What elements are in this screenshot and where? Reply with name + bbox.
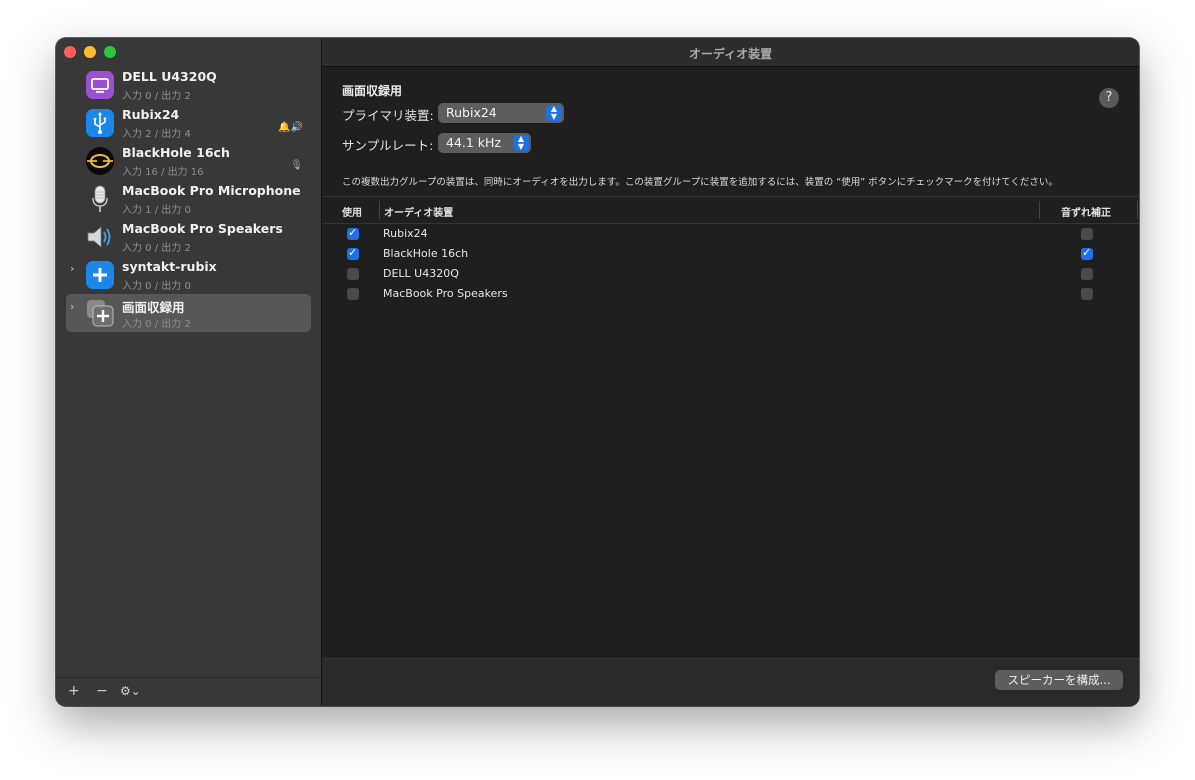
device-name-cell: BlackHole 16ch [383,247,469,260]
audio-midi-window: DELL U4320Q 入力 0 / 出力 2 Rubix24 入力 2 / 出… [56,38,1139,706]
help-button[interactable]: ? [1099,88,1119,108]
device-item-screen-recording[interactable]: › 画面収録用 入力 0 / 出力 2 [66,294,311,332]
device-item-rubix24[interactable]: Rubix24 入力 2 / 出力 4 🔔🔊 [66,104,311,142]
popup-stepper-icon: ▲ ▼ [513,135,529,151]
disclosure-chevron-icon[interactable]: › [70,300,74,313]
microphone-icon [92,185,108,212]
device-item-macbook-microphone[interactable]: MacBook Pro Microphone 入力 1 / 出力 0 [66,180,311,218]
column-divider [1137,201,1138,219]
multi-output-device-icon [87,300,114,327]
device-name: MacBook Pro Microphone [122,183,301,198]
column-header-device[interactable]: オーディオ装置 [384,204,453,219]
drift-correction-checkbox[interactable] [1081,228,1093,240]
alert-and-output-indicator-icon: 🔔🔊 [278,122,303,133]
device-sidebar: DELL U4320Q 入力 0 / 出力 2 Rubix24 入力 2 / 出… [56,38,322,706]
title-bar: オーディオ装置 [322,38,1139,67]
use-checkbox[interactable] [347,226,359,240]
gear-menu-button[interactable]: ⚙⌄ [120,684,141,698]
device-name: BlackHole 16ch [122,145,230,160]
device-item-dell[interactable]: DELL U4320Q 入力 0 / 出力 2 [66,66,311,104]
table-row: Rubix24 [322,224,1139,244]
drift-correction-checkbox[interactable] [1081,288,1093,300]
usb-icon [86,109,114,137]
primary-device-label: プライマリ装置: [342,108,434,123]
column-divider [1039,201,1040,219]
window-title: オーディオ装置 [688,47,773,61]
device-io: 入力 2 / 出力 4 [122,129,191,140]
use-checkbox[interactable] [347,288,359,300]
window-controls [64,46,116,58]
aggregate-device-icon [86,261,114,289]
device-io: 入力 0 / 出力 2 [122,319,191,330]
display-icon [86,71,114,99]
sample-rate-select[interactable]: 44.1 kHz ▲ ▼ [438,133,531,153]
drift-correction-checkbox[interactable] [1081,268,1093,280]
device-item-syntakt-rubix[interactable]: › syntakt-rubix 入力 0 / 出力 0 [66,256,311,294]
configure-speakers-button[interactable]: スピーカーを構成... [995,670,1123,690]
device-name: Rubix24 [122,107,180,122]
device-item-macbook-speakers[interactable]: MacBook Pro Speakers 入力 0 / 出力 2 [66,218,311,256]
group-title: 画面収録用 [342,84,403,98]
blackhole-icon [86,147,114,175]
device-io: 入力 1 / 出力 0 [122,205,191,216]
primary-device-select[interactable]: Rubix24 ▲ ▼ [438,103,564,123]
column-divider [379,201,380,219]
device-table-header: 使用 オーディオ装置 音ずれ補正 [322,196,1139,224]
device-name: DELL U4320Q [122,69,217,84]
table-row: DELL U4320Q [322,264,1139,284]
table-row: MacBook Pro Speakers [322,284,1139,304]
device-name-cell: DELL U4320Q [383,267,459,280]
minimize-window-button[interactable] [84,46,96,58]
use-checkbox[interactable] [347,268,359,280]
device-name: 画面収録用 [122,300,185,315]
device-io: 入力 0 / 出力 2 [122,91,191,102]
device-io: 入力 16 / 出力 16 [122,167,204,178]
device-name-cell: MacBook Pro Speakers [383,287,508,300]
group-description: この複数出力グループの装置は、同時にオーディオを出力します。この装置グループに装… [342,177,1058,188]
column-header-drift-correction[interactable]: 音ずれ補正 [1061,204,1111,219]
speaker-icon [87,226,111,248]
primary-device-value: Rubix24 [446,105,497,120]
device-name: syntakt-rubix [122,259,217,274]
close-window-button[interactable] [64,46,76,58]
zoom-window-button[interactable] [104,46,116,58]
sidebar-toolbar: + − ⚙⌄ [56,677,321,706]
table-row: BlackHole 16ch [322,244,1139,264]
add-device-button[interactable]: + [68,683,80,699]
device-name-cell: Rubix24 [383,227,428,240]
disclosure-chevron-icon[interactable]: › [70,262,74,275]
footer-bar: スピーカーを構成... [322,658,1139,706]
device-list: DELL U4320Q 入力 0 / 出力 2 Rubix24 入力 2 / 出… [56,66,321,332]
device-item-blackhole[interactable]: BlackHole 16ch 入力 16 / 出力 16 🎙 [66,142,311,180]
remove-device-button[interactable]: − [96,683,108,699]
use-checkbox[interactable] [347,246,359,260]
sample-rate-value: 44.1 kHz [446,135,502,150]
input-indicator-icon: 🎙 [290,160,303,171]
column-header-use[interactable]: 使用 [342,204,362,219]
device-name: MacBook Pro Speakers [122,221,283,236]
device-io: 入力 0 / 出力 2 [122,243,191,254]
device-io: 入力 0 / 出力 0 [122,281,191,292]
popup-stepper-icon: ▲ ▼ [546,105,562,121]
sample-rate-label: サンプルレート: [342,138,434,153]
device-detail-pane: オーディオ装置 画面収録用 ? プライマリ装置: Rubix24 ▲ ▼ サンプル… [322,38,1139,706]
drift-correction-checkbox[interactable] [1081,246,1093,260]
